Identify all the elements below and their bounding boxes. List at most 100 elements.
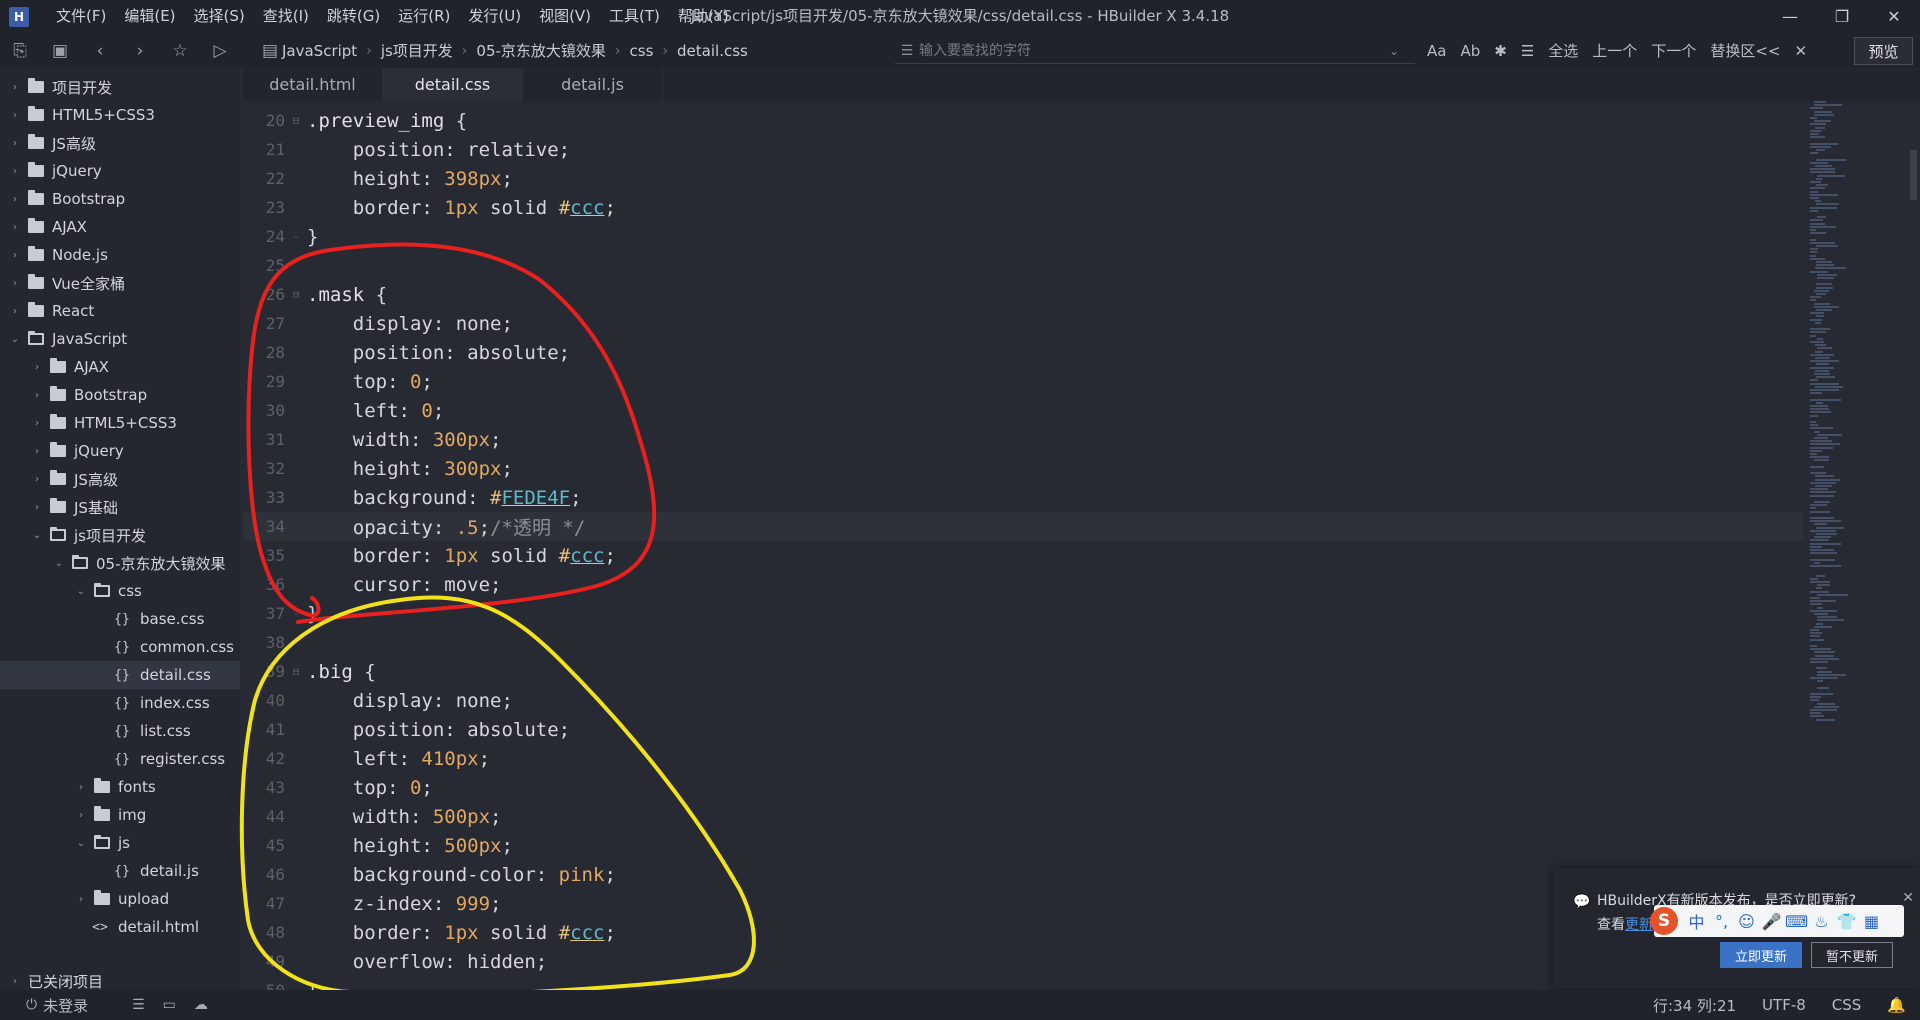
panel-icon[interactable]: ▭ — [163, 997, 176, 1013]
code-line[interactable]: 33 background: #FEDE4F; — [243, 483, 1803, 512]
tree-item[interactable]: › Vue全家桶 — [0, 269, 240, 297]
code-line[interactable]: 38 — [243, 628, 1803, 657]
breadcrumb-item[interactable]: detail.css — [677, 42, 748, 60]
ime-tool-icon[interactable]: 👕 — [1834, 912, 1859, 931]
ime-tool-icon[interactable]: ▦ — [1859, 912, 1884, 931]
update-now-button[interactable]: 立即更新 — [1720, 942, 1802, 968]
whole-word-button[interactable]: Ab — [1460, 42, 1480, 60]
tree-item[interactable]: › 项目开发 — [0, 73, 240, 101]
chevron-right-icon[interactable]: › — [8, 194, 22, 205]
ime-tool-icon[interactable]: ☺ — [1734, 912, 1759, 931]
tree-item[interactable]: › Node.js — [0, 241, 240, 269]
code-line[interactable]: 36 cursor: move; — [243, 570, 1803, 599]
chevron-right-icon[interactable]: › — [30, 390, 44, 401]
code-line[interactable]: 30 left: 0; — [243, 396, 1803, 425]
update-later-button[interactable]: 暂不更新 — [1811, 942, 1893, 968]
chevron-down-icon[interactable]: ⌄ — [30, 530, 44, 541]
menu-item[interactable]: 发行(U) — [459, 0, 530, 33]
ime-tool-icon[interactable]: ♨ — [1809, 912, 1834, 931]
code-line[interactable]: 44 width: 500px; — [243, 802, 1803, 831]
code-line[interactable]: 42 left: 410px; — [243, 744, 1803, 773]
tree-item[interactable]: {} detail.js — [0, 857, 240, 885]
tree-item[interactable]: › React — [0, 297, 240, 325]
close-notification-icon[interactable]: ✕ — [1902, 890, 1914, 906]
breadcrumb-item[interactable]: JavaScript — [282, 42, 357, 60]
menu-item[interactable]: 文件(F) — [47, 0, 115, 33]
sogou-logo-icon[interactable]: S — [1650, 907, 1678, 935]
menu-item[interactable]: 查找(I) — [254, 0, 318, 33]
tree-item[interactable]: ⌄ css — [0, 577, 240, 605]
chevron-right-icon[interactable]: › — [8, 82, 22, 93]
code-line[interactable]: 40 display: none; — [243, 686, 1803, 715]
code-line[interactable]: 28 position: absolute; — [243, 338, 1803, 367]
tab-detail-html[interactable]: detail.html — [243, 68, 383, 101]
minimap[interactable] — [1810, 101, 1905, 990]
chevron-right-icon[interactable]: › — [74, 810, 88, 821]
menu-item[interactable]: 运行(R) — [389, 0, 459, 33]
bell-icon[interactable]: 🔔 — [1887, 996, 1906, 1014]
menu-item[interactable]: 帮助(Y) — [669, 0, 738, 33]
code-line[interactable]: 23 border: 1px solid #ccc; — [243, 193, 1803, 222]
ime-tool-icon[interactable]: 中 — [1684, 909, 1709, 933]
match-case-button[interactable]: Aa — [1427, 42, 1446, 60]
ime-tool-icon[interactable]: 🎤 — [1759, 912, 1784, 931]
chevron-right-icon[interactable]: › — [8, 250, 22, 261]
login-status[interactable]: 未登录 — [43, 995, 88, 1016]
bookmark-icon[interactable]: ☆ — [160, 33, 200, 68]
search-input[interactable] — [919, 42, 1389, 59]
code-line[interactable]: 45 height: 500px; — [243, 831, 1803, 860]
code-line[interactable]: 34 opacity: .5;/*透明 */ — [243, 512, 1803, 541]
tree-item[interactable]: {} index.css — [0, 689, 240, 717]
notification-update-link[interactable]: 更新 — [1625, 917, 1653, 933]
chevron-down-icon[interactable]: ⌄ — [74, 838, 88, 849]
ime-tool-icon[interactable]: °, — [1709, 912, 1734, 931]
chevron-right-icon[interactable]: › — [8, 976, 22, 987]
tree-item[interactable]: › AJAX — [0, 353, 240, 381]
code-line[interactable]: 29 top: 0; — [243, 367, 1803, 396]
replace-toggle-button[interactable]: 替换区<< — [1710, 40, 1780, 61]
breadcrumb-item[interactable]: js项目开发 — [381, 40, 453, 61]
save-icon[interactable]: ▣ — [40, 33, 80, 68]
code-line[interactable]: 22 height: 398px; — [243, 164, 1803, 193]
tree-item[interactable]: › upload — [0, 885, 240, 913]
chevron-right-icon[interactable]: › — [8, 166, 22, 177]
tree-item[interactable]: › Bootstrap — [0, 381, 240, 409]
code-line[interactable]: 43 top: 0; — [243, 773, 1803, 802]
wrap-icon[interactable]: ☰ — [1521, 42, 1534, 60]
code-line[interactable]: 21 position: relative; — [243, 135, 1803, 164]
tree-item[interactable]: › jQuery — [0, 437, 240, 465]
tree-item[interactable]: › img — [0, 801, 240, 829]
regex-button[interactable]: ✱ — [1494, 42, 1507, 60]
minimize-button[interactable]: — — [1764, 0, 1816, 33]
fold-gutter[interactable]: - — [285, 230, 307, 243]
encoding-indicator[interactable]: UTF-8 — [1762, 996, 1806, 1014]
tree-item[interactable]: › Bootstrap — [0, 185, 240, 213]
code-line[interactable]: 25 — [243, 251, 1803, 280]
close-window-button[interactable]: ✕ — [1868, 0, 1920, 33]
fold-toggle-icon[interactable]: ⊟ — [285, 288, 307, 301]
chevron-right-icon[interactable]: › — [8, 306, 22, 317]
maximize-button[interactable]: ❐ — [1816, 0, 1868, 33]
fold-gutter[interactable]: - — [285, 607, 307, 620]
code-line[interactable]: 31 width: 300px; — [243, 425, 1803, 454]
tree-item[interactable]: › JS高级 — [0, 465, 240, 493]
tree-item[interactable]: ⌄ js项目开发 — [0, 521, 240, 549]
fold-toggle-icon[interactable]: ⊟ — [285, 665, 307, 678]
chevron-right-icon[interactable]: › — [74, 782, 88, 793]
tree-item[interactable]: ⌄ 05-京东放大镜效果 — [0, 549, 240, 577]
chevron-down-icon[interactable]: ⌄ — [74, 586, 88, 597]
code-line[interactable]: 41 position: absolute; — [243, 715, 1803, 744]
code-editor[interactable]: 20 ⊟ .preview_img {21 position: relative; 2… — [243, 101, 1803, 990]
select-all-button[interactable]: 全选 — [1548, 40, 1578, 61]
chevron-right-icon[interactable]: › — [30, 502, 44, 513]
code-line[interactable]: 37-} — [243, 599, 1803, 628]
code-line[interactable]: 26 ⊟ .mask { — [243, 280, 1803, 309]
tab-detail-css[interactable]: detail.css — [383, 68, 523, 101]
code-line[interactable]: 27 display: none; — [243, 309, 1803, 338]
tree-item[interactable]: › HTML5+CSS3 — [0, 101, 240, 129]
chevron-down-icon[interactable]: ⌄ — [8, 334, 22, 345]
chevron-right-icon[interactable]: › — [30, 362, 44, 373]
tree-item[interactable]: {} register.css — [0, 745, 240, 773]
chevron-down-icon[interactable]: ⌄ — [1389, 44, 1399, 58]
scrollbar-thumb[interactable] — [1910, 150, 1917, 200]
